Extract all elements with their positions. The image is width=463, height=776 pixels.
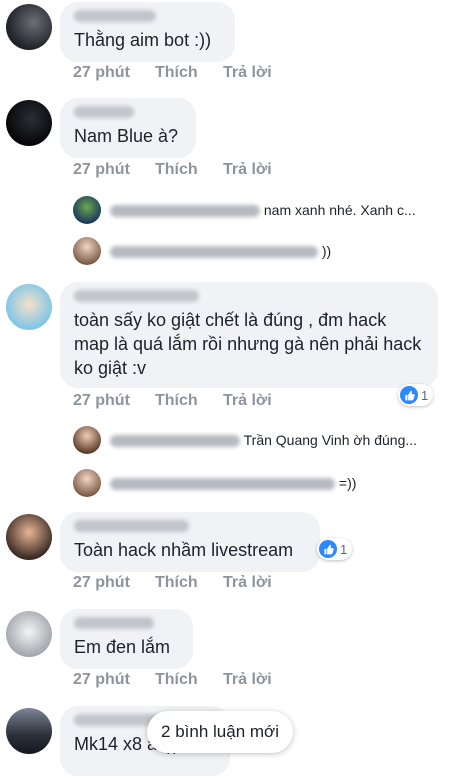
- author-name-blurred[interactable]: [74, 617, 154, 629]
- comment-actions: 27 phút Thích Trả lời: [0, 392, 463, 412]
- reply-avatar[interactable]: [73, 426, 101, 454]
- replier-name-blurred: [110, 435, 240, 448]
- like-button[interactable]: Thích: [155, 671, 198, 689]
- new-comments-button[interactable]: 2 bình luận mới: [147, 711, 293, 753]
- avatar[interactable]: [6, 284, 52, 330]
- reply-button[interactable]: Trả lời: [223, 671, 272, 689]
- author-name-blurred[interactable]: [74, 10, 156, 22]
- reply-button[interactable]: Trả lời: [223, 574, 272, 592]
- reply-avatar[interactable]: [73, 237, 101, 265]
- comment-bubble: Nam Blue à?: [60, 98, 196, 158]
- like-button[interactable]: Thích: [155, 392, 198, 410]
- comment-text: Em đen lắm: [74, 637, 171, 657]
- author-name-blurred[interactable]: [74, 520, 189, 532]
- avatar[interactable]: [6, 514, 52, 560]
- reply-button[interactable]: Trả lời: [223, 64, 272, 82]
- reply-preview-text: nam xanh nhé. Xanh c...: [263, 202, 416, 218]
- avatar[interactable]: [6, 4, 52, 50]
- comment-actions: 27 phút Thích Trả lời: [0, 161, 463, 181]
- comment-text: Nam Blue à?: [74, 126, 179, 146]
- timestamp: 27 phút: [73, 671, 130, 688]
- author-name-blurred[interactable]: [74, 106, 134, 118]
- thumbs-up-icon: [319, 540, 337, 558]
- comment-bubble: Em đen lắm: [60, 609, 193, 669]
- replier-name-blurred: [110, 205, 260, 218]
- timestamp: 27 phút: [73, 161, 130, 178]
- comment-bubble: Toàn hack nhầm livestream: [60, 512, 320, 572]
- timestamp: 27 phút: [73, 64, 130, 81]
- like-button[interactable]: Thích: [155, 64, 198, 82]
- replier-name-blurred: [110, 246, 318, 259]
- like-button[interactable]: Thích: [155, 574, 198, 592]
- replier-name-blurred: [110, 478, 335, 491]
- comment-bubble: Thằng aim bot :)): [60, 2, 235, 62]
- author-name-blurred[interactable]: [74, 714, 159, 726]
- reply-preview-text: )): [321, 243, 332, 259]
- comment-actions: 27 phút Thích Trả lời: [0, 64, 463, 84]
- reply-preview-text: Trần Quang Vinh ờh đúng...: [243, 432, 418, 448]
- reply-avatar[interactable]: [73, 469, 101, 497]
- reply-preview[interactable]: nam xanh nhé. Xanh c...: [110, 202, 416, 218]
- comment-text: Toàn hack nhầm livestream: [74, 540, 294, 560]
- timestamp: 27 phút: [73, 574, 130, 591]
- reply-preview[interactable]: )): [110, 243, 331, 259]
- avatar[interactable]: [6, 708, 52, 754]
- comment-text: toàn sấy ko giật chết là đúng , đm hack …: [74, 310, 422, 378]
- reply-preview[interactable]: =)): [110, 475, 356, 491]
- comment-actions: 27 phút Thích Trả lời: [0, 671, 463, 691]
- comment-text: Thằng aim bot :)): [74, 30, 212, 50]
- avatar[interactable]: [6, 611, 52, 657]
- timestamp: 27 phút: [73, 392, 130, 409]
- reaction-number: 1: [340, 541, 348, 557]
- reply-button[interactable]: Trả lời: [223, 161, 272, 179]
- comment-actions: 27 phút Thích Trả lời: [0, 574, 463, 594]
- avatar[interactable]: [6, 100, 52, 146]
- comment-bubble: toàn sấy ko giật chết là đúng , đm hack …: [60, 282, 438, 388]
- reply-preview[interactable]: Trần Quang Vinh ờh đúng...: [110, 432, 417, 448]
- author-name-blurred[interactable]: [74, 290, 199, 302]
- reply-button[interactable]: Trả lời: [223, 392, 272, 410]
- reply-avatar[interactable]: [73, 196, 101, 224]
- like-button[interactable]: Thích: [155, 161, 198, 179]
- reply-preview-text: =)): [338, 475, 357, 491]
- reaction-count[interactable]: 1: [317, 538, 353, 560]
